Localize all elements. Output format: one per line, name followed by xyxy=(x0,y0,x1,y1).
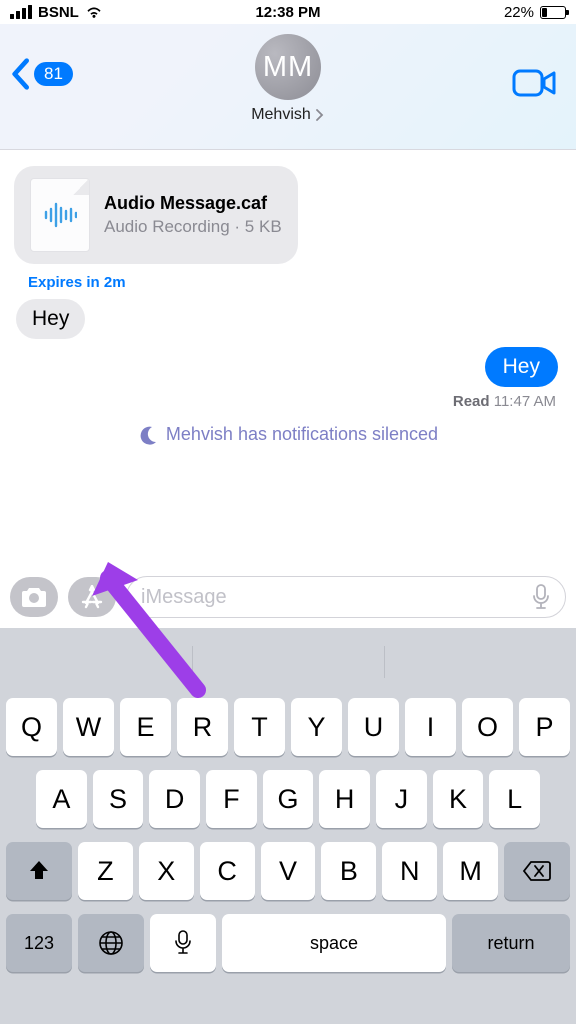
camera-icon xyxy=(20,586,48,608)
message-placeholder: iMessage xyxy=(141,586,531,609)
contact-name: Mehvish xyxy=(251,106,311,124)
unread-badge: 81 xyxy=(34,62,73,86)
keyboard-row-3: Z X C V B N M xyxy=(6,842,570,900)
chevron-left-icon xyxy=(10,58,30,90)
battery-pct: 22% xyxy=(504,4,534,21)
outgoing-message-bubble[interactable]: Hey xyxy=(485,347,558,387)
video-icon xyxy=(512,68,556,98)
audio-message-bubble[interactable]: Audio Message.caf Audio Recording · 5 KB xyxy=(14,166,298,264)
back-button[interactable]: 81 xyxy=(10,58,73,90)
message-thread: Audio Message.caf Audio Recording · 5 KB… xyxy=(0,150,576,453)
facetime-button[interactable] xyxy=(512,68,556,98)
key-e[interactable]: E xyxy=(120,698,171,756)
key-o[interactable]: O xyxy=(462,698,513,756)
space-key[interactable]: space xyxy=(222,914,446,972)
contact-name-button[interactable]: Mehvish xyxy=(251,106,325,124)
backspace-icon xyxy=(522,860,552,882)
audio-subtitle: Audio Recording · 5 KB xyxy=(104,216,282,238)
clock: 12:38 PM xyxy=(195,4,380,21)
key-p[interactable]: P xyxy=(519,698,570,756)
chevron-right-icon xyxy=(315,109,325,121)
globe-icon xyxy=(98,930,124,956)
microphone-icon xyxy=(531,584,551,610)
key-h[interactable]: H xyxy=(319,770,370,828)
key-r[interactable]: R xyxy=(177,698,228,756)
key-i[interactable]: I xyxy=(405,698,456,756)
globe-key[interactable] xyxy=(78,914,144,972)
key-a[interactable]: A xyxy=(36,770,87,828)
carrier-label: BSNL xyxy=(38,4,79,21)
read-receipt: Read 11:47 AM xyxy=(14,387,562,410)
key-g[interactable]: G xyxy=(263,770,314,828)
conversation-header: 81 MM Mehvish xyxy=(0,24,576,150)
battery-icon xyxy=(540,6,566,19)
expires-label: Expires in 2m xyxy=(28,274,562,291)
dictation-key[interactable] xyxy=(150,914,216,972)
audio-filename: Audio Message.caf xyxy=(104,192,282,215)
key-c[interactable]: C xyxy=(200,842,255,900)
shift-icon xyxy=(27,859,51,883)
key-x[interactable]: X xyxy=(139,842,194,900)
key-d[interactable]: D xyxy=(149,770,200,828)
key-k[interactable]: K xyxy=(433,770,484,828)
key-v[interactable]: V xyxy=(261,842,316,900)
keyboard: Q W E R T Y U I O P A S D F G H J K L Z … xyxy=(0,628,576,1024)
key-q[interactable]: Q xyxy=(6,698,57,756)
incoming-message-bubble[interactable]: Hey xyxy=(16,299,85,339)
return-key[interactable]: return xyxy=(452,914,570,972)
app-store-button[interactable] xyxy=(68,577,116,617)
backspace-key[interactable] xyxy=(504,842,570,900)
key-u[interactable]: U xyxy=(348,698,399,756)
keyboard-row-2: A S D F G H J K L xyxy=(6,770,570,828)
moon-icon xyxy=(138,425,158,445)
avatar[interactable]: MM xyxy=(255,34,321,100)
wifi-icon xyxy=(85,5,103,19)
keyboard-row-4: 123 space return xyxy=(6,914,570,972)
key-t[interactable]: T xyxy=(234,698,285,756)
key-m[interactable]: M xyxy=(443,842,498,900)
keyboard-row-1: Q W E R T Y U I O P xyxy=(6,698,570,756)
key-w[interactable]: W xyxy=(63,698,114,756)
cell-signal-icon xyxy=(10,5,32,19)
key-j[interactable]: J xyxy=(376,770,427,828)
key-f[interactable]: F xyxy=(206,770,257,828)
key-s[interactable]: S xyxy=(93,770,144,828)
camera-button[interactable] xyxy=(10,577,58,617)
shift-key[interactable] xyxy=(6,842,72,900)
key-z[interactable]: Z xyxy=(78,842,133,900)
status-bar: BSNL 12:38 PM 22% xyxy=(0,0,576,24)
compose-bar: iMessage xyxy=(0,566,576,628)
key-y[interactable]: Y xyxy=(291,698,342,756)
app-store-icon xyxy=(80,585,104,609)
microphone-icon xyxy=(174,930,192,956)
audio-file-icon xyxy=(30,178,90,252)
message-input[interactable]: iMessage xyxy=(126,576,566,618)
keyboard-suggestion-bar xyxy=(6,640,570,684)
key-n[interactable]: N xyxy=(382,842,437,900)
notifications-silenced-banner[interactable]: Mehvish has notifications silenced xyxy=(14,424,562,445)
key-l[interactable]: L xyxy=(489,770,540,828)
numbers-key[interactable]: 123 xyxy=(6,914,72,972)
key-b[interactable]: B xyxy=(321,842,376,900)
